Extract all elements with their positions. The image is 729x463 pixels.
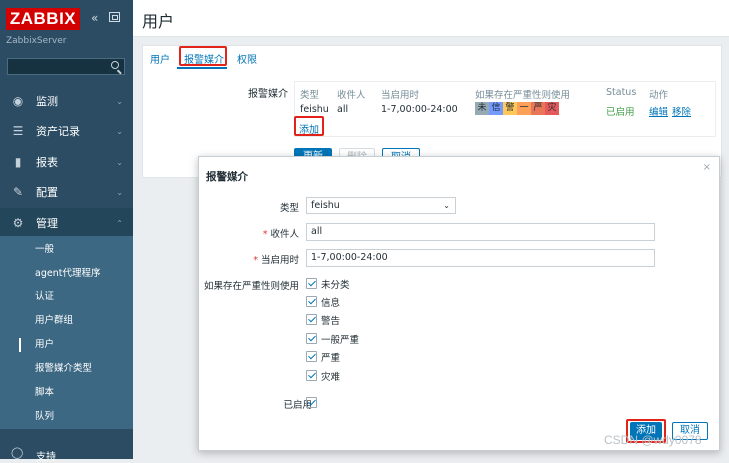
severity-badge: 灾 bbox=[545, 102, 559, 115]
chevron-up-icon: ⌃ bbox=[116, 219, 123, 228]
checkbox-label: 未分类 bbox=[321, 280, 350, 291]
menu-item-monitoring[interactable]: ◉ 监测 ⌄ bbox=[0, 86, 133, 117]
submenu-item-users[interactable]: 用户 bbox=[0, 334, 133, 356]
send-to-cell: all bbox=[337, 104, 349, 115]
chevron-down-icon: ⌄ bbox=[116, 188, 123, 197]
when-active-label: * 当启用时 bbox=[253, 255, 299, 266]
dialog-title: 报警媒介 bbox=[206, 171, 248, 183]
severity-badge: 一 bbox=[517, 102, 531, 115]
severity-label: 如果存在严重性则使用 bbox=[203, 281, 299, 292]
media-label: 报警媒介 bbox=[248, 89, 288, 100]
checkbox-label: 警告 bbox=[321, 316, 341, 327]
submenu-item-user-groups[interactable]: 用户群组 bbox=[0, 310, 133, 332]
watermark: CSDN @wdy0078 bbox=[604, 433, 702, 447]
severity-badge: 严 bbox=[531, 102, 545, 115]
column-header: 收件人 bbox=[337, 90, 366, 101]
send-to-field[interactable]: all bbox=[306, 223, 655, 241]
highlight-box bbox=[179, 46, 227, 66]
checkbox[interactable] bbox=[306, 333, 317, 344]
checkbox[interactable] bbox=[306, 296, 317, 307]
menu-item-inventory[interactable]: ☰ 资产记录 ⌄ bbox=[0, 116, 133, 147]
submenu-item-authentication[interactable]: 认证 bbox=[0, 286, 133, 308]
select-value: feishu bbox=[311, 200, 340, 211]
column-header: 如果存在严重性则使用 bbox=[475, 90, 571, 101]
chevron-down-icon: ⌄ bbox=[116, 158, 123, 167]
menu-label: 监测 bbox=[36, 95, 58, 108]
send-to-label: * 收件人 bbox=[262, 229, 299, 240]
menu-label: 资产记录 bbox=[36, 125, 80, 138]
search-icon[interactable] bbox=[111, 61, 119, 69]
search-input[interactable] bbox=[7, 58, 125, 75]
menu-label: 支持 bbox=[36, 452, 56, 463]
server-name: ZabbixServer bbox=[6, 36, 67, 46]
column-header: Status bbox=[606, 87, 637, 98]
media-type-select[interactable]: feishu ⌄ bbox=[306, 197, 456, 214]
menu-label: 报表 bbox=[36, 156, 58, 169]
checkbox[interactable] bbox=[306, 370, 317, 381]
column-header: 当启用时 bbox=[381, 90, 420, 101]
menu-item-configuration[interactable]: ✎ 配置 ⌄ bbox=[0, 177, 133, 208]
remove-link[interactable]: 移除 bbox=[672, 104, 691, 118]
checkbox[interactable] bbox=[306, 397, 317, 408]
highlight-box bbox=[294, 116, 324, 136]
sidebar: ZABBIX « ZabbixServer ◉ 监测 ⌄ ☰ 资产记录 ⌄ ▮ … bbox=[0, 0, 133, 463]
collapse-sidebar-icon[interactable]: « bbox=[91, 11, 98, 25]
menu-label: 配置 bbox=[36, 186, 58, 199]
active-tab-indicator bbox=[177, 67, 227, 69]
type-label: 类型 bbox=[279, 203, 299, 214]
submenu-item-scripts[interactable]: 脚本 bbox=[0, 382, 133, 404]
gear-icon: ⚙ bbox=[12, 216, 24, 230]
menu-item-administration[interactable]: ⚙ 管理 ⌃ bbox=[0, 208, 133, 239]
when-active-field[interactable]: 1-7,00:00-24:00 bbox=[306, 249, 655, 267]
status-link[interactable]: 已启用 bbox=[606, 104, 635, 118]
checkbox-label: 信息 bbox=[321, 298, 341, 309]
edit-link[interactable]: 编辑 bbox=[649, 104, 668, 118]
column-header: 动作 bbox=[649, 90, 669, 101]
eye-icon: ◉ bbox=[12, 94, 24, 108]
menu-item-reports[interactable]: ▮ 报表 ⌄ bbox=[0, 147, 133, 178]
chevron-down-icon: ⌄ bbox=[116, 127, 123, 136]
checkbox-label: 灾难 bbox=[321, 372, 341, 383]
support-icon: ◯ bbox=[11, 446, 24, 459]
checkbox[interactable] bbox=[306, 314, 317, 325]
severity-badge: 未 bbox=[475, 102, 489, 115]
tab-permissions[interactable]: 权限 bbox=[237, 51, 257, 66]
list-icon: ☰ bbox=[12, 124, 24, 138]
checkbox[interactable] bbox=[306, 278, 317, 289]
close-icon[interactable]: × bbox=[703, 162, 711, 173]
when-active-cell: 1-7,00:00-24:00 bbox=[381, 104, 458, 115]
chevron-down-icon: ⌄ bbox=[443, 201, 450, 210]
menu-item-support[interactable]: ◯ 支持 bbox=[0, 444, 133, 463]
page-title: 用户 bbox=[142, 12, 175, 31]
submenu-item-media-types[interactable]: 报警媒介类型 bbox=[0, 358, 133, 380]
page-header: 用户 bbox=[133, 0, 729, 37]
wrench-icon: ✎ bbox=[12, 185, 24, 199]
media-table: 类型 收件人 当启用时 如果存在严重性则使用 Status 动作 feishu … bbox=[294, 81, 716, 137]
media-type-cell: feishu bbox=[300, 104, 329, 115]
kiosk-mode-icon[interactable] bbox=[109, 12, 120, 22]
zabbix-logo[interactable]: ZABBIX bbox=[6, 8, 80, 30]
submenu-item-general[interactable]: 一般 bbox=[0, 239, 133, 261]
column-header: 类型 bbox=[300, 90, 320, 101]
checkbox-label: 严重 bbox=[321, 353, 341, 364]
checkbox[interactable] bbox=[306, 351, 317, 362]
chevron-down-icon: ⌄ bbox=[116, 97, 123, 106]
menu-label: 管理 bbox=[36, 217, 58, 230]
tab-user[interactable]: 用户 bbox=[150, 51, 170, 66]
submenu-item-proxies[interactable]: agent代理程序 bbox=[0, 263, 133, 285]
checkbox-label: 一般严重 bbox=[321, 335, 360, 346]
administration-submenu: 一般 agent代理程序 认证 用户群组 用户 报警媒介类型 脚本 队列 bbox=[0, 236, 133, 429]
media-dialog: 报警媒介 × 类型 feishu ⌄ * 收件人 all * 当启用时 1-7,… bbox=[198, 156, 720, 451]
severity-badge: 警 bbox=[503, 102, 517, 115]
severity-badge: 信 bbox=[489, 102, 503, 115]
bar-chart-icon: ▮ bbox=[14, 155, 22, 169]
submenu-item-queue[interactable]: 队列 bbox=[0, 406, 133, 428]
